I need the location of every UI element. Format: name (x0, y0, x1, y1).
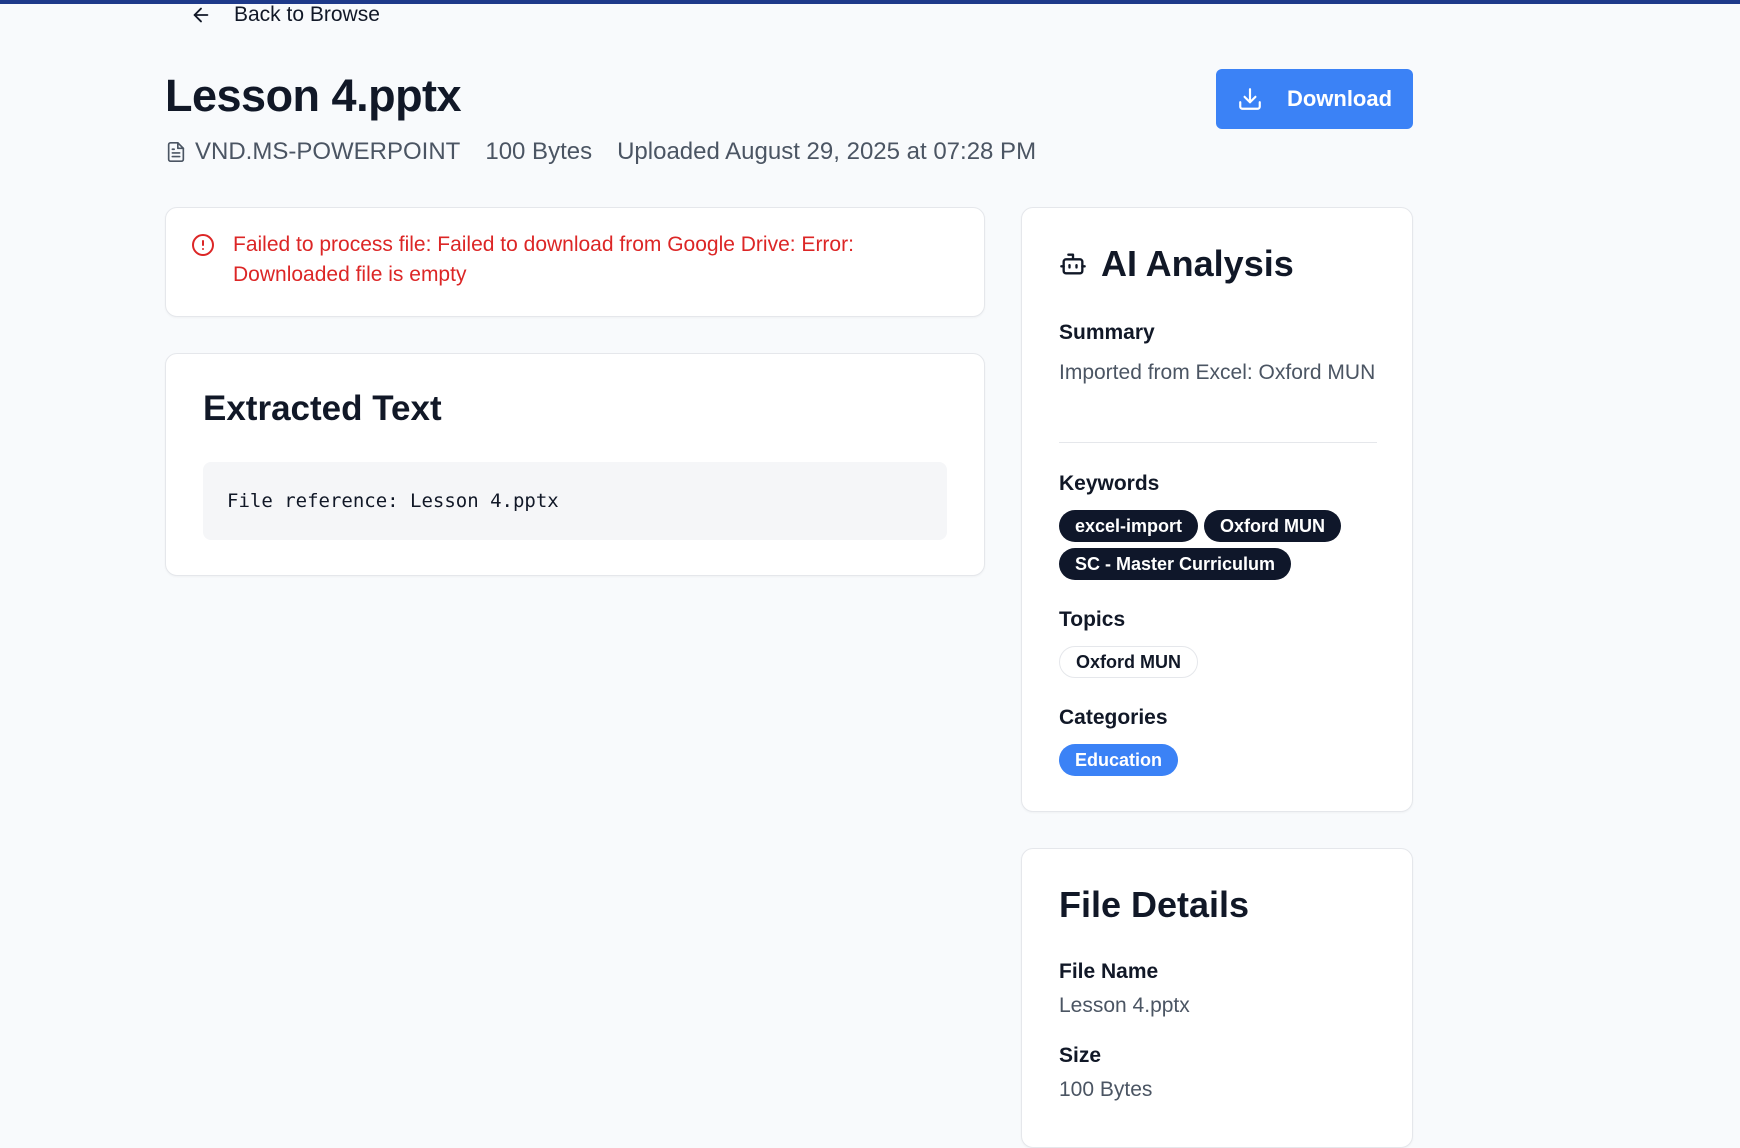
keywords-label: Keywords (1059, 472, 1160, 495)
summary-divider (1059, 442, 1377, 443)
size-label: Size (1059, 1044, 1102, 1067)
summary-text: Imported from Excel: Oxford MUN (1059, 361, 1376, 384)
file-meta: VND.MS-POWERPOINT 100 Bytes Uploaded Aug… (165, 138, 1036, 166)
topic-chip[interactable]: Oxford MUN (1059, 646, 1198, 678)
summary-label: Summary (1059, 321, 1155, 344)
file-detail-page: Back to Browse Lesson 4.pptx VND.MS-POWE… (0, 0, 1740, 1148)
download-label: Download (1286, 86, 1393, 111)
bot-icon (1060, 253, 1086, 275)
keyword-chip[interactable]: excel-import (1059, 510, 1199, 542)
extracted-text-content: File reference: Lesson 4.pptx (203, 462, 947, 540)
back-to-browse-link[interactable]: Back to Browse (190, 0, 380, 30)
keyword-chips: excel-import Oxford MUN SC - Master Curr… (1059, 510, 1389, 580)
upload-date: Uploaded August 29, 2025 at 07:28 PM (617, 138, 1037, 165)
error-message: Failed to process file: Failed to downlo… (233, 233, 854, 286)
file-text-icon (167, 142, 185, 162)
keyword-chip[interactable]: SC - Master Curriculum (1059, 548, 1292, 580)
page-title: Lesson 4.pptx (165, 70, 462, 121)
extracted-text-card: Extracted Text File reference: Lesson 4.… (165, 353, 985, 576)
category-chips: Education (1059, 744, 1389, 776)
file-details-card: File Details File Name Lesson 4.pptx Siz… (1021, 848, 1413, 1148)
file-type-label: VND.MS-POWERPOINT (195, 138, 461, 165)
back-label: Back to Browse (234, 3, 380, 26)
keyword-chip[interactable]: Oxford MUN (1204, 510, 1342, 542)
category-chip[interactable]: Education (1059, 744, 1179, 776)
file-type: VND.MS-POWERPOINT (165, 138, 460, 166)
file-name-label: File Name (1059, 960, 1159, 983)
ai-analysis-card: AI Analysis Summary Imported from Excel:… (1021, 207, 1413, 812)
ai-analysis-heading: AI Analysis (1101, 243, 1294, 284)
ai-analysis-header: AI Analysis (1059, 243, 1294, 285)
error-alert: Failed to process file: Failed to downlo… (165, 207, 985, 317)
download-icon (1239, 88, 1261, 110)
download-button[interactable]: Download (1216, 69, 1413, 129)
alert-circle-icon (192, 234, 214, 256)
file-name-value: Lesson 4.pptx (1059, 994, 1190, 1017)
arrow-left-icon (193, 7, 209, 23)
topic-chips: Oxford MUN (1059, 646, 1389, 678)
file-size: 100 Bytes (485, 138, 593, 165)
extracted-text-heading: Extracted Text (203, 389, 442, 428)
categories-label: Categories (1059, 706, 1168, 729)
file-details-heading: File Details (1059, 884, 1250, 925)
size-value: 100 Bytes (1059, 1078, 1153, 1101)
topics-label: Topics (1059, 608, 1126, 631)
